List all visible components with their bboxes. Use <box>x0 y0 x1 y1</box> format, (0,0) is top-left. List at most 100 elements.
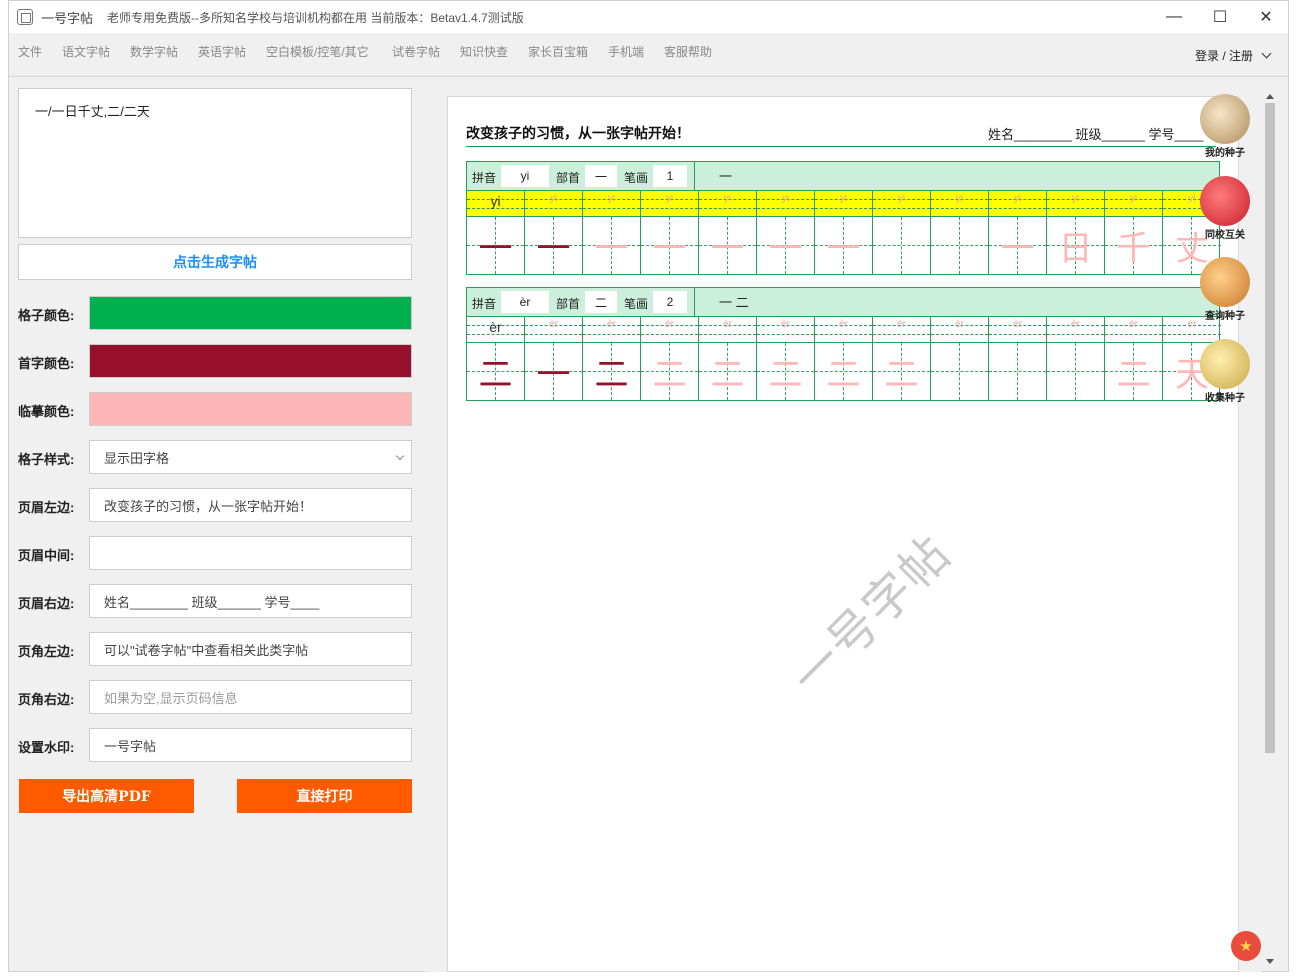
like-icon[interactable]: ★ <box>1231 931 1261 961</box>
character-row: 二一二二二二二二二天 <box>467 343 1221 400</box>
trace-color-swatch[interactable] <box>89 392 412 426</box>
tianzige-cell[interactable] <box>989 343 1047 400</box>
pinyin-text: yi <box>665 193 674 204</box>
query-seeds-button[interactable]: 查询种子 <box>1192 257 1258 322</box>
first-char-color-swatch[interactable] <box>89 344 412 378</box>
tianzige-cell[interactable] <box>1047 343 1105 400</box>
menu-quick-lookup[interactable]: 知识快查 <box>460 43 508 60</box>
info-divider <box>694 288 695 317</box>
menu-templates[interactable]: 空白模板/控笔/其它 <box>266 43 369 60</box>
tianzige-cell[interactable] <box>931 217 989 274</box>
tianzige-cell[interactable] <box>873 217 931 274</box>
tianzige-cell[interactable]: 二 <box>583 343 641 400</box>
watermark-input[interactable]: 一号字帖 <box>89 728 412 762</box>
pinyin-label: 拼音 <box>472 171 497 185</box>
tianzige-cell[interactable]: 一 <box>467 217 525 274</box>
tianzige-cell[interactable]: 二 <box>757 343 815 400</box>
tianzige-cell[interactable]: 二 <box>641 343 699 400</box>
scrollbar-thumb[interactable] <box>1265 103 1275 753</box>
chevron-down-icon <box>395 451 405 461</box>
tianzige-cell[interactable]: 二 <box>873 343 931 400</box>
practice-char: 二 <box>478 355 513 395</box>
character-input[interactable]: 一/一日千丈,二/二天 <box>18 88 412 238</box>
practice-char: 一 <box>826 229 861 269</box>
tianzige-cell[interactable]: 一 <box>989 217 1047 274</box>
collect-seeds-button[interactable]: 收集种子 <box>1192 339 1258 404</box>
close-icon[interactable]: ✕ <box>1243 1 1289 33</box>
pinyin-guide-line <box>1163 334 1221 335</box>
header-right-input[interactable]: 姓名________ 班级______ 学号____ <box>89 584 412 618</box>
pinyin-cell: yi <box>931 191 989 217</box>
scroll-down-icon[interactable] <box>1266 959 1274 964</box>
menu-exam[interactable]: 试卷字帖 <box>392 43 440 60</box>
school-follow-button[interactable]: 同校互关 <box>1192 176 1258 241</box>
pinyin-cell: yi <box>873 191 931 217</box>
tianzige-cell[interactable]: 二 <box>467 343 525 400</box>
pinyin-cell: èr <box>583 317 641 343</box>
pinyin-cell: èr <box>641 317 699 343</box>
tianzige-cell[interactable]: 二 <box>815 343 873 400</box>
menu-english[interactable]: 英语字帖 <box>198 43 246 60</box>
tianzige-cell[interactable]: 日 <box>1047 217 1105 274</box>
pinyin-guide-line <box>1105 208 1162 209</box>
pinyin-guide-line <box>699 208 756 209</box>
menu-file[interactable]: 文件 <box>18 43 42 60</box>
pinyin-text: yi <box>549 193 558 204</box>
practice-block: 拼音 yi 部首一笔画 1 一 yi yi yi yi yi yi yi yi yi yi yi yi yi 一一一… <box>466 161 1221 275</box>
login-button[interactable]: 登录 / 注册 <box>1195 47 1272 64</box>
tianzige-cell[interactable]: 一 <box>699 217 757 274</box>
tianzige-cell[interactable]: 一 <box>757 217 815 274</box>
print-button[interactable]: 直接打印 <box>237 779 412 813</box>
pinyin-row: yi yi yi yi yi yi yi yi yi yi yi yi yi <box>467 191 1221 217</box>
header-left-label: 页眉左边: <box>18 500 75 515</box>
pinyin-cell: èr <box>467 317 525 343</box>
grid-style-select[interactable]: 显示田字格 <box>89 440 412 474</box>
tianzige-cell[interactable]: 二 <box>1105 343 1163 400</box>
pinyin-text: èr <box>839 319 848 330</box>
pinyin-cell: yi <box>1047 191 1105 217</box>
minimize-icon[interactable]: — <box>1151 1 1197 33</box>
tianzige-cell[interactable]: 一 <box>583 217 641 274</box>
pinyin-cell: èr <box>989 317 1047 343</box>
tianzige-cell[interactable]: 千 <box>1105 217 1163 274</box>
header-left-input[interactable]: 改变孩子的习惯，从一张字帖开始！ <box>89 488 412 522</box>
tianzige-cell[interactable]: 二 <box>699 343 757 400</box>
maximize-icon[interactable]: ☐ <box>1197 1 1243 33</box>
menu-math[interactable]: 数学字帖 <box>130 43 178 60</box>
generate-button[interactable]: 点击生成字帖 <box>18 244 412 280</box>
scroll-up-icon[interactable] <box>1266 94 1274 99</box>
radical-label: 部首 <box>556 297 581 311</box>
header-divider <box>466 146 1216 147</box>
menu-help[interactable]: 客服帮助 <box>664 43 712 60</box>
menu-chinese[interactable]: 语文字帖 <box>62 43 110 60</box>
pinyin-cell: yi <box>699 191 757 217</box>
menu-parents[interactable]: 家长百宝箱 <box>528 43 588 60</box>
tianzige-cell[interactable]: 一 <box>815 217 873 274</box>
pinyin-text: èr <box>1013 319 1022 330</box>
practice-char <box>873 217 930 274</box>
footer-left-input[interactable]: 可以"试卷字帖"中查看相关此类字帖 <box>89 632 412 666</box>
grid-color-swatch[interactable] <box>89 296 412 330</box>
practice-char: 二 <box>1116 355 1151 395</box>
tianzige-cell[interactable]: 一 <box>641 217 699 274</box>
my-seeds-button[interactable]: 我的种子 <box>1192 94 1258 159</box>
tianzige-cell[interactable] <box>931 343 989 400</box>
pinyin-cell: yi <box>989 191 1047 217</box>
pinyin-text: yi <box>839 193 848 204</box>
pinyin-cell: èr <box>815 317 873 343</box>
tianzige-cell[interactable]: 一 <box>525 217 583 274</box>
query-seeds-label: 查询种子 <box>1205 311 1245 322</box>
practice-char: 二 <box>884 355 919 395</box>
pinyin-guide-line <box>815 208 872 209</box>
menu-mobile[interactable]: 手机端 <box>608 43 644 60</box>
pinyin-text: èr <box>665 319 674 330</box>
tianzige-cell[interactable]: 一 <box>525 343 583 400</box>
practice-char: 二 <box>594 355 629 395</box>
export-pdf-button[interactable]: 导出高清PDF <box>19 779 194 813</box>
footer-right-input[interactable]: 如果为空,显示页码信息 <box>89 680 412 714</box>
header-mid-input[interactable] <box>89 536 412 570</box>
collect-seed-icon <box>1200 339 1250 389</box>
snail-icon <box>1200 257 1250 307</box>
character-row: 一一一一一一一一日千丈 <box>467 217 1221 274</box>
vertical-scrollbar[interactable] <box>1261 89 1278 971</box>
